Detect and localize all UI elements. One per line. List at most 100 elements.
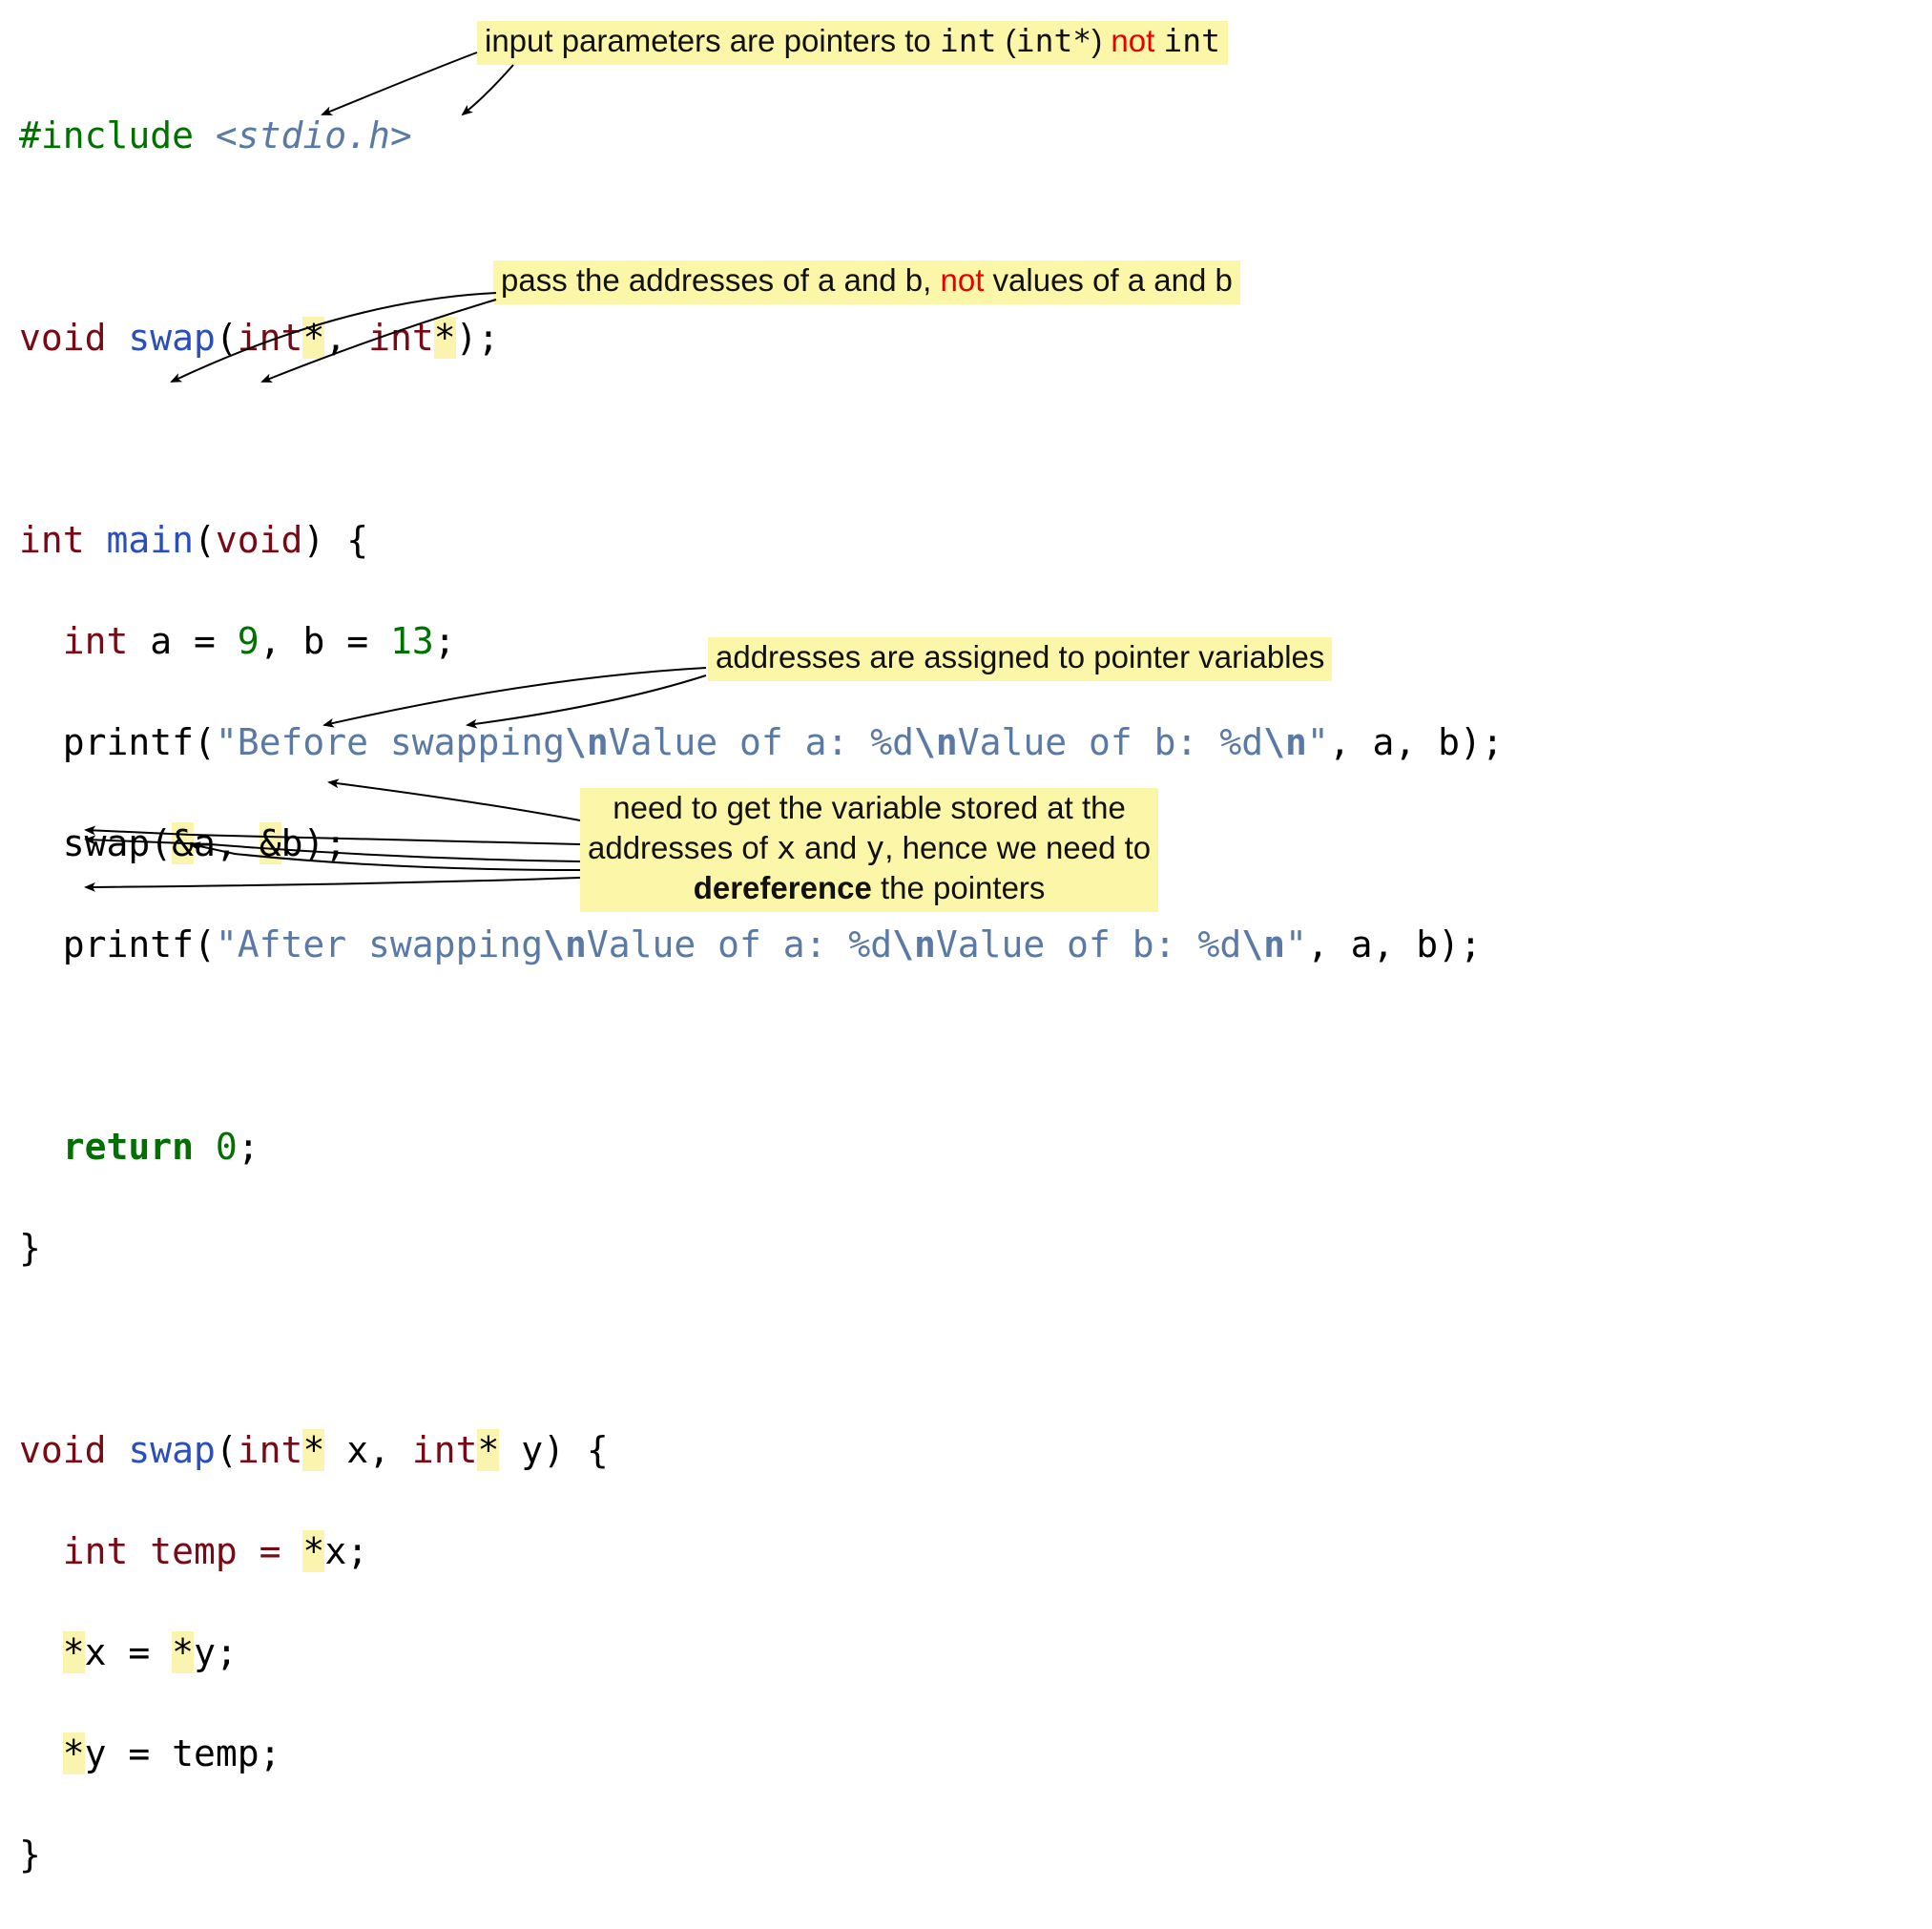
esc: \n bbox=[1263, 721, 1307, 763]
note-bold: dereference bbox=[694, 870, 872, 905]
line-7-printf: printf("Before swapping\nValue of a: %d\… bbox=[19, 717, 1913, 768]
include-lib: <stdio.h> bbox=[216, 114, 412, 156]
args: , a, b); bbox=[1329, 721, 1504, 763]
indent bbox=[19, 1631, 63, 1673]
brace: ) { bbox=[302, 519, 368, 561]
kw-return: return bbox=[63, 1126, 216, 1168]
str: Value of b: %d bbox=[958, 721, 1263, 763]
note-pointer-params: input parameters are pointers to int (in… bbox=[477, 21, 1228, 65]
kw-void: void bbox=[19, 1429, 128, 1471]
y: y; bbox=[194, 1631, 238, 1673]
brace-close: } bbox=[19, 1834, 41, 1876]
esc: \n bbox=[565, 721, 609, 763]
args: , a, b); bbox=[1307, 923, 1482, 965]
x-eq: x = bbox=[85, 1631, 173, 1673]
note-text: ) bbox=[1091, 23, 1111, 58]
kw-int: int bbox=[19, 620, 150, 662]
note-not: not bbox=[1111, 23, 1154, 58]
kw-int: int bbox=[19, 519, 107, 561]
kw-int: int bbox=[368, 317, 434, 359]
esc: \n bbox=[1241, 923, 1285, 965]
semi: ; bbox=[434, 620, 456, 662]
note-code: int* bbox=[1016, 22, 1091, 59]
note-text: ( bbox=[997, 23, 1016, 58]
kw-void: void bbox=[19, 317, 128, 359]
num-9: 9 bbox=[238, 620, 260, 662]
paren: ( bbox=[216, 317, 238, 359]
str: " bbox=[1285, 923, 1307, 965]
note-text: addresses of bbox=[588, 830, 777, 865]
paren: ( bbox=[194, 519, 216, 561]
paren: ( bbox=[216, 1429, 238, 1471]
note-text: and bbox=[796, 830, 865, 865]
line-12-brace: } bbox=[19, 1223, 1913, 1274]
note-not: not bbox=[940, 262, 984, 298]
str: Value of a: %d bbox=[609, 721, 914, 763]
line-18-brace: } bbox=[19, 1830, 1913, 1880]
semi: ; bbox=[238, 1126, 260, 1168]
esc: \n bbox=[914, 721, 958, 763]
fn-swap: swap bbox=[128, 1429, 216, 1471]
line-17-assign2: *y = temp; bbox=[19, 1729, 1913, 1779]
note-code: x bbox=[777, 829, 796, 866]
star-x: * bbox=[302, 1429, 324, 1471]
param-x: x, bbox=[324, 1429, 412, 1471]
kw-int: int bbox=[238, 317, 303, 359]
var-a: a = bbox=[150, 620, 238, 662]
fn-swap: swap bbox=[128, 317, 216, 359]
amp-b: & bbox=[260, 822, 281, 864]
kw-int: int bbox=[412, 1429, 478, 1471]
line-5-main: int main(void) { bbox=[19, 515, 1913, 566]
y-eq-temp: y = temp; bbox=[85, 1732, 281, 1774]
note-code: int bbox=[940, 22, 997, 59]
semi: ); bbox=[456, 317, 500, 359]
esc: \n bbox=[892, 923, 936, 965]
note-text: the pointers bbox=[872, 870, 1046, 905]
fn-main: main bbox=[107, 519, 195, 561]
code-figure: #include <stdio.h> void swap(int*, int*)… bbox=[0, 0, 1932, 964]
comma: , bbox=[324, 317, 368, 359]
note-code: y bbox=[865, 829, 884, 866]
call-printf: printf( bbox=[19, 923, 216, 965]
deref-x: * bbox=[63, 1631, 85, 1673]
str: "After swapping bbox=[216, 923, 543, 965]
note-pass-addresses: pass the addresses of a and b, not value… bbox=[493, 260, 1240, 304]
deref-x: * bbox=[302, 1530, 324, 1572]
indent bbox=[19, 1732, 63, 1774]
x: x; bbox=[324, 1530, 368, 1572]
note-dereference: need to get the variable stored at the a… bbox=[580, 788, 1158, 912]
line-16-assign1: *x = *y; bbox=[19, 1628, 1913, 1678]
brace-close: } bbox=[19, 1227, 41, 1269]
str: Value of a: %d bbox=[587, 923, 892, 965]
blank-2 bbox=[19, 414, 1913, 465]
blank-1 bbox=[19, 212, 1913, 262]
line-15-temp: int temp = *x; bbox=[19, 1526, 1913, 1577]
note-code: int bbox=[1163, 22, 1220, 59]
str: Value of b: %d bbox=[936, 923, 1241, 965]
blank-3 bbox=[19, 1021, 1913, 1071]
esc: \n bbox=[543, 923, 587, 965]
star-y: * bbox=[477, 1429, 499, 1471]
indent bbox=[19, 1126, 63, 1168]
star-1: * bbox=[302, 317, 324, 359]
note-text: values of a and b bbox=[984, 262, 1233, 298]
amp-a: & bbox=[172, 822, 194, 864]
call-printf: printf( bbox=[19, 721, 216, 763]
line-9-printf: printf("After swapping\nValue of a: %d\n… bbox=[19, 920, 1913, 970]
kw-int: int bbox=[238, 1429, 303, 1471]
star-2: * bbox=[434, 317, 456, 359]
note-text: need to get the variable stored at the bbox=[613, 790, 1126, 825]
note-text: input parameters are pointers to bbox=[485, 23, 940, 58]
deref-y: * bbox=[63, 1732, 85, 1774]
arg-a: a, bbox=[194, 822, 260, 864]
str: " bbox=[1307, 721, 1329, 763]
kw-void: void bbox=[216, 519, 303, 561]
note-text: addresses are assigned to pointer variab… bbox=[716, 639, 1324, 674]
var-b: , b = bbox=[260, 620, 390, 662]
deref-y: * bbox=[172, 1631, 194, 1673]
blank-4 bbox=[19, 1324, 1913, 1375]
str: "Before swapping bbox=[216, 721, 565, 763]
num-0: 0 bbox=[216, 1126, 238, 1168]
decl-temp: int temp = bbox=[19, 1530, 302, 1572]
note-text: , hence we need to bbox=[884, 830, 1151, 865]
